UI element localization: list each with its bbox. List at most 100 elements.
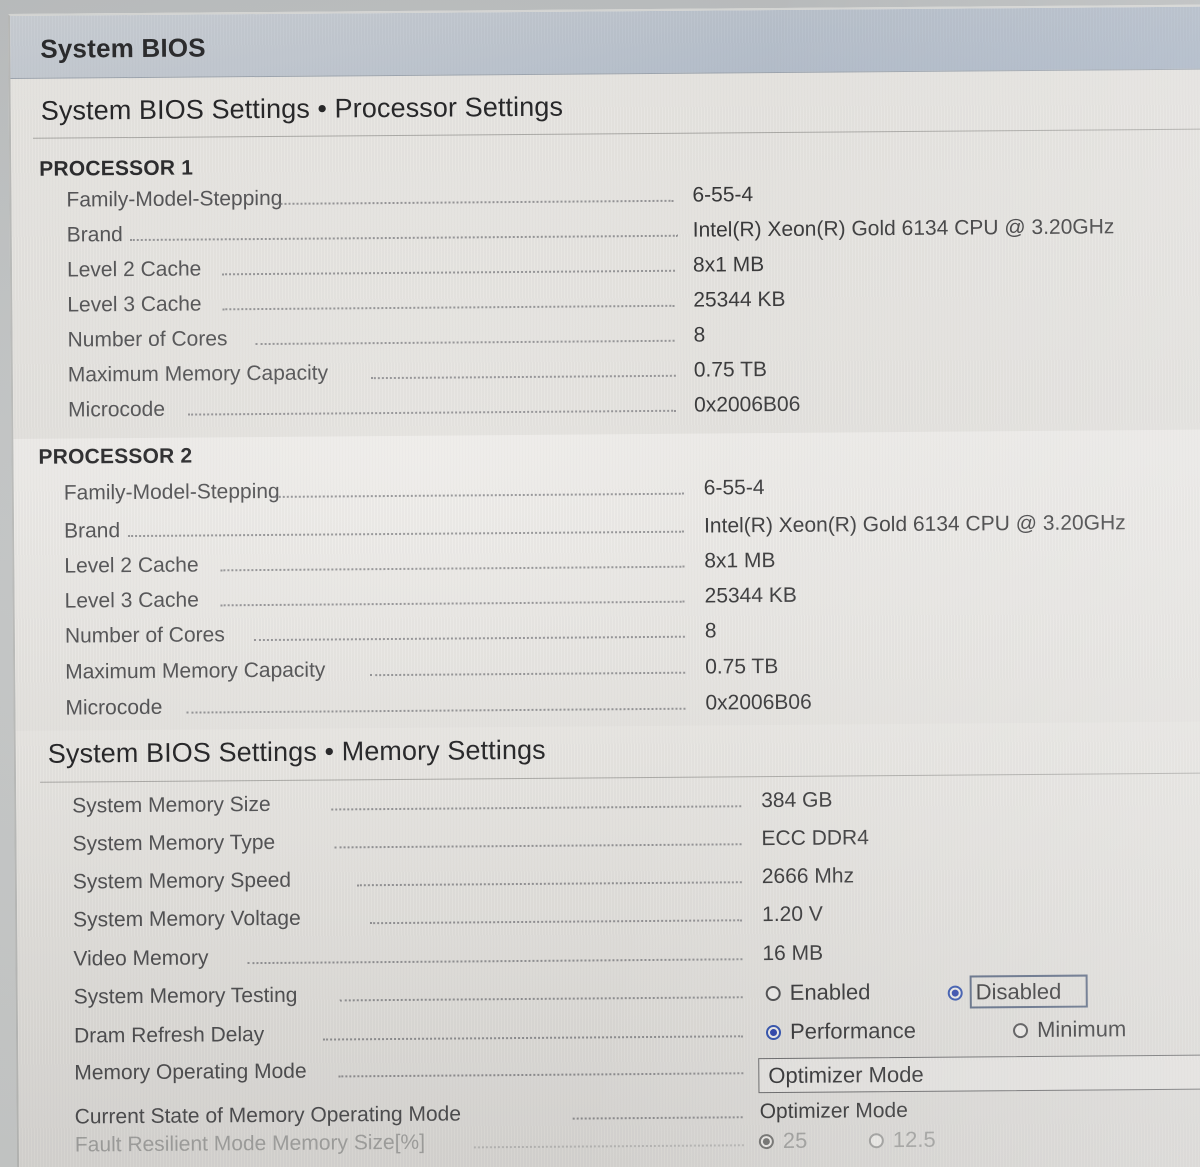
row-leader — [222, 304, 675, 311]
radio-fault-resilient-25[interactable]: 25 — [758, 1128, 808, 1154]
table-row[interactable]: System Memory Type ECC DDR4 — [16, 824, 1200, 867]
row-label: Brand — [66, 223, 123, 247]
row-label: Level 2 Cache — [66, 257, 202, 282]
row-label: Level 2 Cache — [64, 553, 199, 578]
system-bios-window: System BIOS System BIOS Settings • Proce… — [8, 4, 1200, 1167]
radio-memory-testing-enabled[interactable]: Enabled — [765, 979, 871, 1006]
row-label: Microcode — [68, 397, 166, 422]
row-label: Maximum Memory Capacity — [67, 361, 329, 387]
table-row[interactable]: Video Memory 16 MB — [17, 938, 1200, 981]
radio-label: Minimum — [1036, 1016, 1127, 1042]
dropdown-memory-operating-mode[interactable]: Optimizer Mode — [758, 1054, 1200, 1094]
row-value: 8 — [704, 619, 717, 643]
radio-dot-icon — [765, 1024, 782, 1040]
page-title-memory-settings: System BIOS Settings • Memory Settings — [47, 734, 546, 769]
dropdown-value: Optimizer Mode — [768, 1061, 924, 1088]
radio-label: Performance — [789, 1017, 917, 1044]
row-leader — [273, 199, 674, 205]
row-leader — [331, 805, 742, 811]
row-value: 0.75 TB — [693, 358, 768, 382]
row-leader — [572, 1116, 743, 1120]
row-value: 0.75 TB — [705, 654, 779, 679]
row-value: 0x2006B06 — [705, 690, 812, 715]
radio-label: 12.5 — [892, 1126, 936, 1153]
radio-fault-resilient-12-5[interactable]: 12.5 — [868, 1126, 936, 1154]
row-label: Level 3 Cache — [67, 292, 202, 317]
group-label-processor-2: PROCESSOR 2 — [38, 444, 193, 469]
radio-memory-testing-disabled[interactable]: Disabled — [947, 978, 1066, 1008]
row-label: Dram Refresh Delay — [73, 1023, 265, 1048]
row-leader — [128, 530, 685, 538]
row-label: Video Memory — [73, 946, 209, 971]
table-row[interactable]: Family-Model-Stepping 6-55-4 — [14, 473, 1200, 516]
row-leader — [339, 996, 743, 1002]
row-value: 2666 Mhz — [761, 864, 855, 889]
row-label: Brand — [63, 519, 121, 543]
heading-divider-processor — [32, 128, 1200, 139]
row-value: 6-55-4 — [692, 183, 754, 207]
table-row-system-memory-testing[interactable]: System Memory Testing Enabled Disabled — [18, 974, 1200, 1019]
row-label: Number of Cores — [64, 623, 225, 648]
row-value: ECC DDR4 — [761, 826, 869, 851]
row-value: Optimizer Mode — [759, 1098, 908, 1124]
row-value: 16 MB — [762, 941, 824, 966]
row-leader — [188, 409, 677, 416]
row-value: 6-55-4 — [703, 476, 765, 500]
row-label: Family-Model-Stepping — [66, 186, 283, 212]
row-leader — [334, 843, 742, 849]
row-label: Maximum Memory Capacity — [65, 658, 326, 684]
radio-dram-refresh-performance[interactable]: Performance — [765, 1017, 917, 1045]
radio-label: Enabled — [789, 979, 871, 1005]
table-row-dram-refresh-delay[interactable]: Dram Refresh Delay Performance Minimum — [18, 1015, 1200, 1058]
page-title-processor-settings: System BIOS Settings • Processor Setting… — [40, 91, 564, 126]
row-label: Family-Model-Stepping — [63, 479, 280, 505]
row-label: Number of Cores — [67, 327, 228, 352]
table-row[interactable]: Microcode 0x2006B06 — [15, 688, 1200, 731]
row-label: Level 3 Cache — [64, 588, 199, 613]
row-value: Intel(R) Xeon(R) Gold 6134 CPU @ 3.20GHz — [692, 215, 1115, 242]
row-value: 384 GB — [761, 788, 833, 813]
row-value: 8 — [693, 323, 706, 347]
row-leader — [255, 339, 675, 346]
radio-dram-refresh-minimum[interactable]: Minimum — [1012, 1016, 1127, 1043]
row-leader — [370, 671, 686, 677]
window-title: System BIOS — [40, 32, 206, 64]
row-value: Intel(R) Xeon(R) Gold 6134 CPU @ 3.20GHz — [703, 511, 1126, 538]
table-row[interactable]: System Memory Size 384 GB — [16, 786, 1200, 829]
row-leader — [323, 1035, 744, 1041]
row-leader — [271, 492, 684, 498]
radio-dot-icon — [758, 1133, 774, 1149]
radio-dot-icon — [1012, 1022, 1029, 1038]
row-value: 0x2006B06 — [694, 392, 801, 417]
row-value: 1.20 V — [762, 902, 823, 927]
row-value: 8x1 MB — [704, 548, 776, 573]
heading-divider-memory — [40, 772, 1200, 783]
row-leader — [370, 374, 676, 380]
radio-dot-icon — [947, 985, 963, 1001]
row-label: System Memory Speed — [72, 868, 292, 894]
table-row-memory-operating-mode[interactable]: Memory Operating Mode Optimizer Mode — [18, 1052, 1200, 1095]
row-value: 8x1 MB — [692, 253, 765, 277]
table-row[interactable]: System Memory Speed 2666 Mhz — [17, 862, 1200, 905]
row-leader — [222, 269, 676, 276]
row-leader — [186, 707, 686, 714]
row-leader — [356, 881, 742, 887]
group-label-processor-1: PROCESSOR 1 — [39, 156, 194, 181]
window-titlebar: System BIOS — [10, 6, 1200, 79]
row-label: Microcode — [65, 695, 163, 720]
row-label: Memory Operating Mode — [74, 1059, 307, 1085]
radio-label: Disabled — [975, 978, 1062, 1005]
row-leader — [220, 565, 685, 572]
row-value: 25344 KB — [704, 583, 797, 608]
row-label: System Memory Testing — [73, 983, 298, 1009]
row-value: 25344 KB — [693, 287, 786, 312]
table-row[interactable]: System Memory Voltage 1.20 V — [17, 900, 1200, 943]
row-leader — [220, 600, 685, 607]
row-label: System Memory Type — [72, 830, 276, 856]
row-leader — [247, 958, 743, 965]
row-leader — [129, 234, 678, 242]
row-label: System Memory Size — [72, 792, 271, 818]
row-leader — [253, 635, 685, 642]
radio-dot-icon — [765, 985, 781, 1001]
row-leader — [370, 919, 743, 925]
